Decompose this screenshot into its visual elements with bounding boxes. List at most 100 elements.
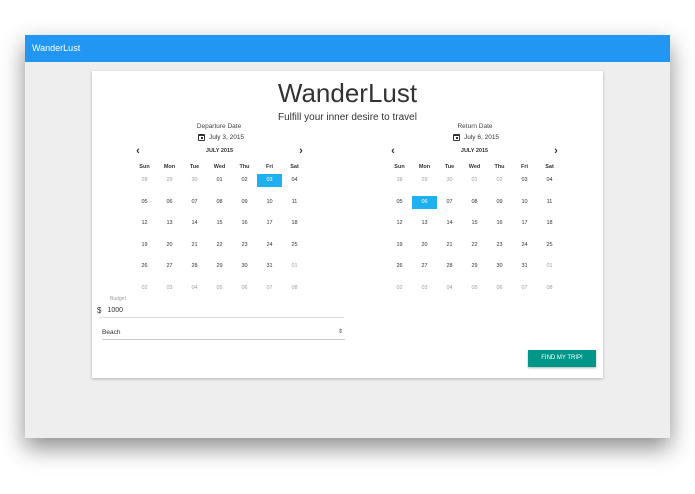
calendar-day[interactable]: 04 <box>437 282 462 295</box>
calendar-day[interactable]: 05 <box>462 282 487 295</box>
calendar-day[interactable]: 21 <box>182 239 207 252</box>
chevron-left-icon[interactable]: ‹ <box>387 146 399 158</box>
weekday-label: Sat <box>290 164 299 170</box>
calendar-day[interactable]: 30 <box>182 174 207 187</box>
weekday-label: Thu <box>239 164 250 170</box>
calendar-day[interactable]: 11 <box>282 196 307 209</box>
calendar-week-row: 19 20 21 22 23 24 25 <box>132 239 307 252</box>
calendar-day[interactable]: 02 <box>487 174 512 187</box>
calendar-day[interactable]: 02 <box>232 174 257 187</box>
calendar-day[interactable]: 03 <box>157 282 182 295</box>
calendar-day[interactable]: 01 <box>207 174 232 187</box>
calendar-day[interactable]: 29 <box>157 174 182 187</box>
calendar-week-row: 05 06 07 08 09 10 11 <box>387 195 562 209</box>
calendar-day[interactable]: 03 <box>512 174 537 187</box>
calendar-day[interactable]: 25 <box>282 239 307 252</box>
chevron-left-icon[interactable]: ‹ <box>132 146 144 158</box>
calendar-day[interactable]: 02 <box>132 282 157 295</box>
calendar-day[interactable]: 25 <box>537 239 562 252</box>
calendar-day[interactable]: 06 <box>232 282 257 295</box>
calendar-day[interactable]: 14 <box>182 217 207 230</box>
calendar-day[interactable]: 26 <box>132 260 157 273</box>
calendar-day[interactable]: 13 <box>157 217 182 230</box>
calendar-day[interactable]: 01 <box>537 260 562 273</box>
calendar-day[interactable]: 17 <box>512 217 537 230</box>
calendar-day[interactable]: 23 <box>487 239 512 252</box>
calendar-day[interactable]: 29 <box>412 174 437 187</box>
chevron-right-icon[interactable]: › <box>295 146 307 158</box>
calendar-day[interactable]: 27 <box>412 260 437 273</box>
departure-date-value[interactable]: July 3, 2015 <box>198 131 244 143</box>
calendar-day[interactable]: 05 <box>387 196 412 209</box>
calendar-day[interactable]: 18 <box>537 217 562 230</box>
budget-input[interactable] <box>107 306 173 314</box>
calendar-day[interactable]: 29 <box>207 260 232 273</box>
calendar-day[interactable]: 10 <box>512 196 537 209</box>
calendar-day[interactable]: 12 <box>132 217 157 230</box>
calendar-day[interactable]: 08 <box>537 282 562 295</box>
calendar-day[interactable]: 12 <box>387 217 412 230</box>
calendar-day[interactable]: 04 <box>182 282 207 295</box>
chevron-right-icon[interactable]: › <box>550 146 562 158</box>
calendar-day[interactable]: 28 <box>132 174 157 187</box>
calendar-day[interactable]: 17 <box>257 217 282 230</box>
calendar-day[interactable]: 07 <box>512 282 537 295</box>
calendar-day[interactable]: 22 <box>207 239 232 252</box>
calendar-day[interactable]: 13 <box>412 217 437 230</box>
calendar-day[interactable]: 05 <box>207 282 232 295</box>
calendar-day[interactable]: 19 <box>387 239 412 252</box>
calendar-day[interactable]: 07 <box>182 196 207 209</box>
calendar-day[interactable]: 10 <box>257 196 282 209</box>
calendar-day[interactable]: 21 <box>437 239 462 252</box>
calendar-day[interactable]: 26 <box>387 260 412 273</box>
calendar-day[interactable]: 24 <box>512 239 537 252</box>
calendar-day[interactable]: 24 <box>257 239 282 252</box>
calendar-day[interactable]: 01 <box>282 260 307 273</box>
calendar-day[interactable]: 30 <box>437 174 462 187</box>
calendar-day[interactable]: 07 <box>257 282 282 295</box>
calendar-day[interactable]: 04 <box>282 174 307 187</box>
calendar-day[interactable]: 19 <box>132 239 157 252</box>
calendar-day[interactable]: 28 <box>387 174 412 187</box>
calendar-day[interactable]: 08 <box>207 196 232 209</box>
calendar-day[interactable]: 28 <box>437 260 462 273</box>
calendar-day[interactable]: 09 <box>487 196 512 209</box>
calendar-day-selected[interactable]: 03 <box>257 174 282 187</box>
calendar-day[interactable]: 18 <box>282 217 307 230</box>
weekday-label: Thu <box>494 164 505 170</box>
calendar-day[interactable]: 30 <box>232 260 257 273</box>
calendar-day[interactable]: 27 <box>157 260 182 273</box>
calendar-day[interactable]: 29 <box>462 260 487 273</box>
calendar-day[interactable]: 23 <box>232 239 257 252</box>
calendar-day[interactable]: 22 <box>462 239 487 252</box>
app-title: WanderLust <box>32 43 81 53</box>
calendar-day[interactable]: 30 <box>487 260 512 273</box>
calendar-day[interactable]: 08 <box>282 282 307 295</box>
calendar-day[interactable]: 01 <box>462 174 487 187</box>
calendar-day[interactable]: 05 <box>132 196 157 209</box>
calendar-day[interactable]: 15 <box>462 217 487 230</box>
find-my-trip-button[interactable]: FIND MY TRIP! <box>528 350 596 367</box>
calendar-day[interactable]: 31 <box>257 260 282 273</box>
calendar-day[interactable]: 28 <box>182 260 207 273</box>
calendar-day[interactable]: 02 <box>387 282 412 295</box>
calendar-day[interactable]: 08 <box>462 196 487 209</box>
calendar-day[interactable]: 16 <box>232 217 257 230</box>
calendar-day[interactable]: 03 <box>412 282 437 295</box>
return-date-value[interactable]: July 6, 2015 <box>453 131 499 143</box>
calendar-day[interactable]: 15 <box>207 217 232 230</box>
calendar-day[interactable]: 16 <box>487 217 512 230</box>
calendar-day[interactable]: 20 <box>157 239 182 252</box>
calendar-day[interactable]: 11 <box>537 196 562 209</box>
calendar-day-selected[interactable]: 06 <box>412 195 437 209</box>
calendar-day[interactable]: 20 <box>412 239 437 252</box>
calendar-day[interactable]: 14 <box>437 217 462 230</box>
calendar-day[interactable]: 09 <box>232 196 257 209</box>
calendar-week-row: 02 03 04 05 06 07 08 <box>132 282 307 295</box>
destination-select[interactable]: Beach ⇕ <box>102 326 345 340</box>
calendar-day[interactable]: 07 <box>437 196 462 209</box>
calendar-day[interactable]: 06 <box>157 196 182 209</box>
calendar-day[interactable]: 04 <box>537 174 562 187</box>
calendar-day[interactable]: 06 <box>487 282 512 295</box>
calendar-day[interactable]: 31 <box>512 260 537 273</box>
